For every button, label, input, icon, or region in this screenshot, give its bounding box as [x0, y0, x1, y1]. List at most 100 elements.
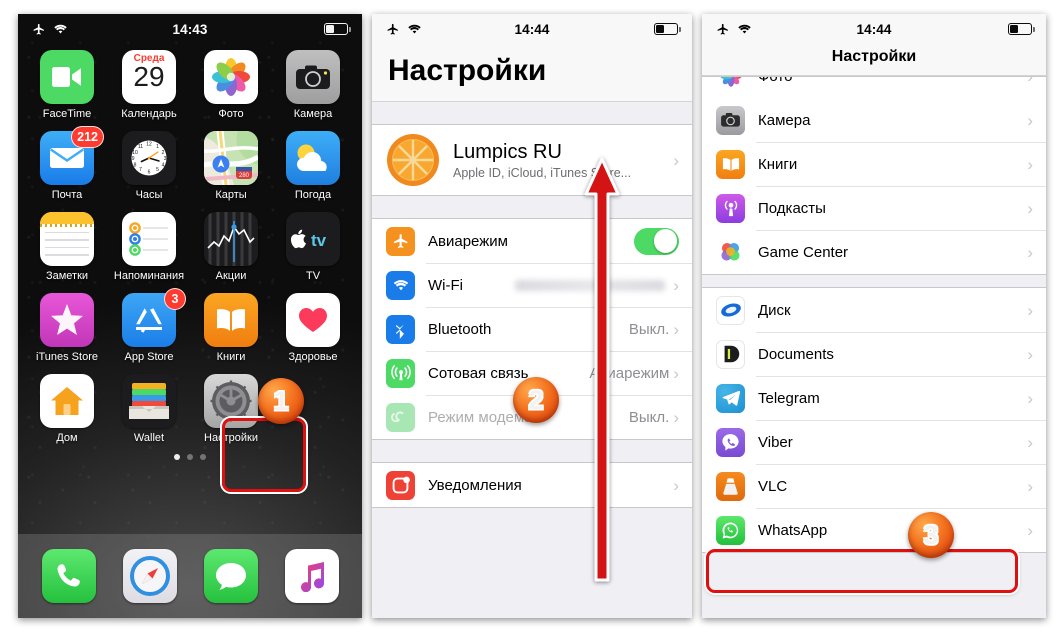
viber-row-icon [716, 427, 745, 457]
chevron-right-icon: › [1027, 198, 1033, 218]
home-app-icon [40, 374, 94, 428]
hotspot-row-icon [386, 402, 415, 432]
app-camera[interactable]: Камера [272, 50, 354, 121]
chevron-right-icon: › [1027, 77, 1046, 85]
app-label: Заметки [45, 270, 89, 282]
row-label: Telegram [758, 389, 820, 407]
status-bar-apps: 14:44 [702, 14, 1046, 44]
facetime-icon [40, 50, 94, 104]
row-podcasts[interactable]: Подкасты › [702, 186, 1046, 230]
apple-apps-group: Фото › Камера › Книги › [702, 76, 1046, 275]
svg-text:8: 8 [134, 163, 137, 169]
status-right-icons [324, 23, 351, 35]
settings-navbar: 14:44 Настройки [372, 14, 692, 102]
app-photos[interactable]: Фото [190, 50, 272, 121]
app-appstore[interactable]: 3 App Store [108, 288, 190, 364]
status-right-icons [654, 23, 681, 35]
vlc-row-icon [716, 471, 745, 501]
gamecenter-row-icon [716, 237, 745, 267]
app-wallet[interactable]: Wallet [108, 374, 190, 445]
music-icon[interactable] [284, 549, 339, 603]
row-label: Авиарежим [428, 232, 508, 250]
chevron-right-icon: › [673, 363, 679, 383]
phone-icon[interactable] [41, 549, 96, 603]
chevron-right-icon: › [673, 407, 679, 427]
notifications-group: Уведомления › [372, 462, 692, 508]
page-dot-2[interactable] [187, 454, 193, 460]
row-documents[interactable]: Documents › [702, 332, 1046, 376]
orange-slice-avatar [386, 133, 440, 187]
svg-text:7: 7 [139, 167, 142, 173]
row-drive[interactable]: Диск › [702, 288, 1046, 332]
safari-icon[interactable] [122, 549, 177, 603]
app-label: Акции [215, 270, 247, 282]
chevron-right-icon: › [1027, 476, 1033, 496]
row-telegram[interactable]: Telegram › [702, 376, 1046, 420]
battery-icon [324, 23, 351, 35]
chevron-right-icon: › [673, 319, 679, 339]
app-reminders[interactable]: Напоминания [108, 212, 190, 283]
app-health[interactable]: Здоровье [272, 293, 354, 364]
battery-icon [1008, 23, 1035, 35]
svg-text:9: 9 [132, 156, 135, 162]
row-airplane-mode[interactable]: Авиарежим [372, 219, 692, 263]
svg-text:11: 11 [138, 144, 143, 150]
app-stocks[interactable]: Акции [190, 212, 272, 283]
app-label: Книги [216, 351, 246, 363]
app-label: Погода [294, 189, 332, 201]
app-weather[interactable]: Погода [272, 131, 354, 202]
notes-icon [40, 212, 94, 266]
maps-icon: 280 [204, 131, 258, 185]
row-photos[interactable]: Фото › [702, 77, 1046, 98]
status-time: 14:44 [514, 21, 550, 37]
messages-icon[interactable] [203, 549, 258, 603]
app-notes[interactable]: Заметки [26, 212, 108, 283]
row-books[interactable]: Книги › [702, 142, 1046, 186]
app-label: Часы [135, 189, 163, 201]
status-time: 14:43 [172, 21, 208, 37]
chevron-right-icon: › [1027, 344, 1033, 364]
chevron-right-icon: › [1027, 110, 1033, 130]
app-home[interactable]: Дом [26, 374, 108, 445]
row-wifi[interactable]: Wi-Fi › [372, 263, 692, 307]
drive-row-icon [716, 295, 745, 325]
dock [18, 534, 362, 618]
row-notifications[interactable]: Уведомления › [372, 463, 692, 507]
svg-text:5: 5 [156, 167, 159, 173]
photos-icon [204, 50, 258, 104]
app-maps[interactable]: 280 Карты [190, 131, 272, 202]
row-vlc[interactable]: VLC › [702, 464, 1046, 508]
app-mail[interactable]: 212 Почта [26, 126, 108, 202]
airplane-mode-toggle[interactable] [634, 227, 679, 255]
row-label: Viber [758, 433, 793, 451]
app-books[interactable]: Книги [190, 293, 272, 364]
row-whatsapp[interactable]: WhatsApp › [702, 508, 1046, 552]
app-calendar[interactable]: Среда 29 Календарь [108, 50, 190, 121]
settings-screen: 14:44 Настройки Lumpics RU Apple ID, iCl… [372, 14, 692, 618]
row-viber[interactable]: Viber › [702, 420, 1046, 464]
app-label: Здоровье [288, 351, 338, 363]
app-facetime[interactable]: FaceTime [26, 50, 108, 121]
notifications-row-icon [386, 470, 415, 500]
chevron-right-icon: › [1027, 432, 1033, 452]
apple-id-row[interactable]: Lumpics RU Apple ID, iCloud, iTunes Stor… [372, 125, 692, 195]
screenshot-root: 14:43 FaceTime Среда 29 Календарь Фото К… [0, 0, 1064, 632]
app-itunes-store[interactable]: iTunes Store [26, 293, 108, 364]
page-dots [18, 454, 362, 460]
app-clock[interactable]: 12 1 2 345 678 9 10 11 Часы [108, 131, 190, 202]
page-dot-3[interactable] [200, 454, 206, 460]
svg-text:6: 6 [148, 170, 151, 176]
row-bluetooth[interactable]: Bluetooth Выкл. › [372, 307, 692, 351]
row-photos-clipped[interactable]: Фото › [702, 77, 1046, 98]
app-label: iTunes Store [36, 351, 98, 363]
row-camera[interactable]: Камера › [702, 98, 1046, 142]
row-label: Подкасты [758, 199, 826, 217]
app-label: Карты [215, 189, 247, 201]
row-label: Уведомления [428, 476, 522, 494]
page-dot-1[interactable] [174, 454, 180, 460]
row-game-center[interactable]: Game Center › [702, 230, 1046, 274]
status-time: 14:44 [856, 21, 892, 37]
app-tv[interactable]: tv TV [272, 212, 354, 283]
chevron-right-icon: › [1027, 388, 1033, 408]
mail-badge: 212 [71, 126, 104, 148]
